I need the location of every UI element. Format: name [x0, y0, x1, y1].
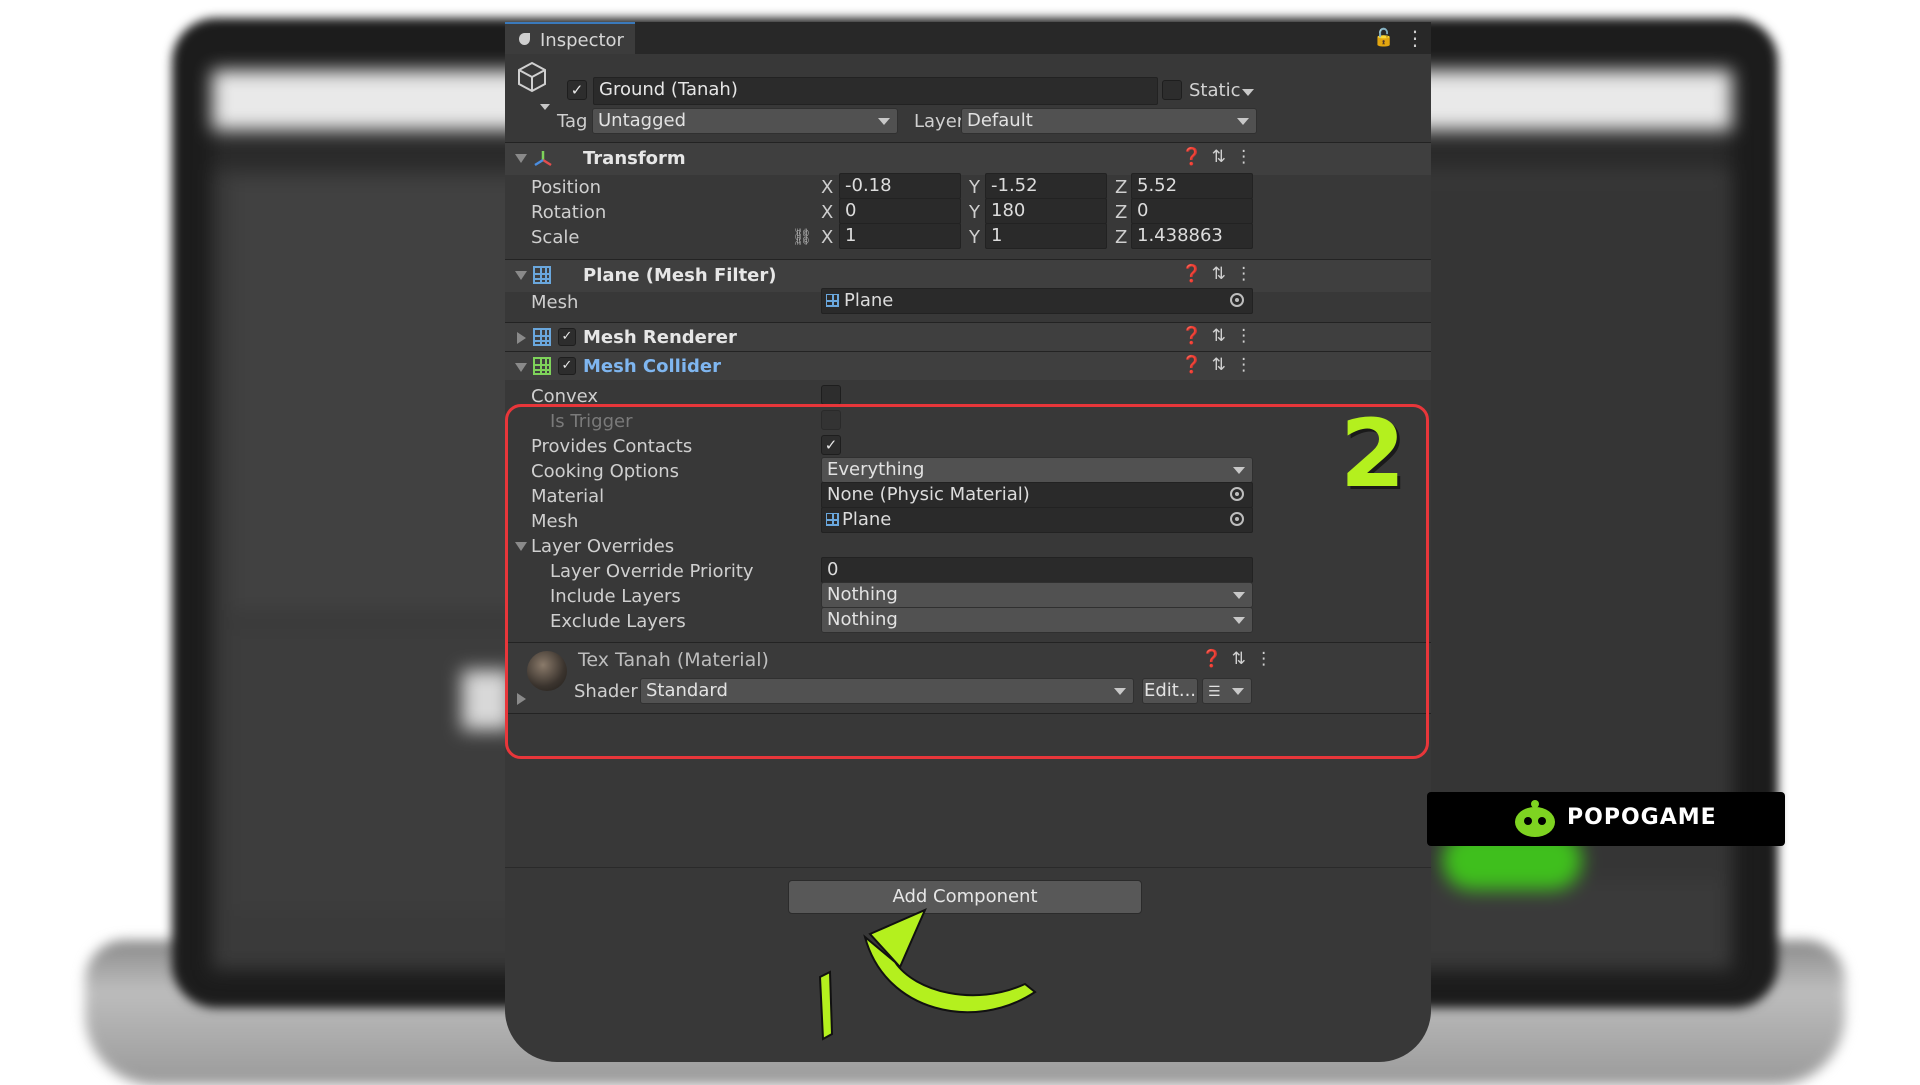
popogame-wordmark: POPOGAME — [1567, 805, 1717, 830]
step-1-arrow-annotation — [818, 908, 1037, 1041]
inspector-panel: Inspector 🔓 ⋮ ✓ Ground (Tanah) Static Ta… — [505, 22, 1431, 1062]
popogame-logo-icon — [1515, 800, 1555, 837]
popogame-watermark: POPOGAME — [1427, 792, 1785, 846]
